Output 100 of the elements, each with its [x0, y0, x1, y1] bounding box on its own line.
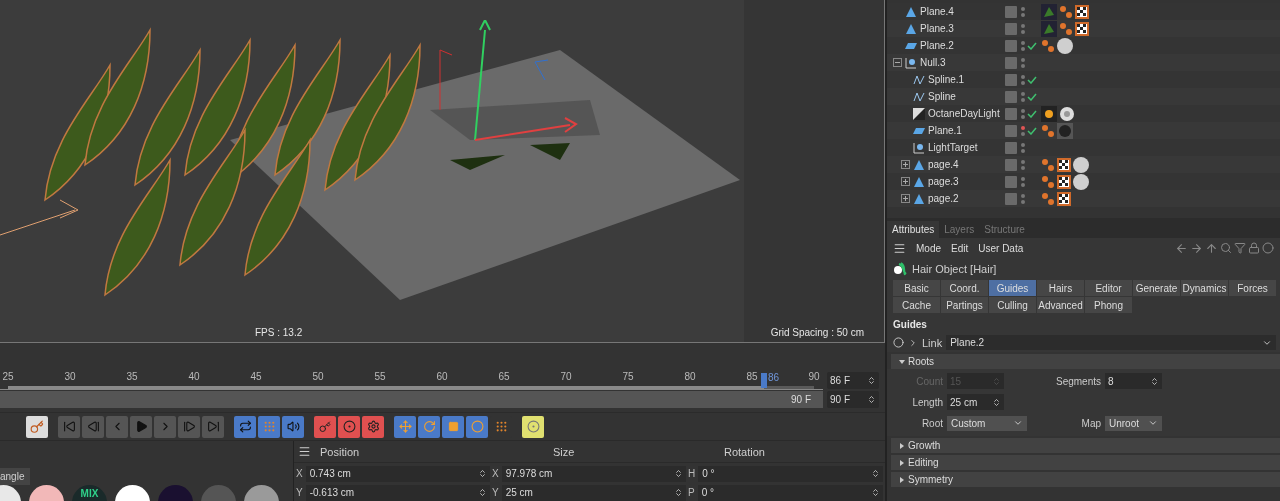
lock-icon[interactable] — [1248, 241, 1260, 254]
spinner-arrows-icon[interactable] — [992, 397, 1001, 407]
spinner-arrows-icon[interactable] — [867, 395, 876, 405]
expand-icon[interactable] — [908, 337, 918, 348]
spinner-arrows-icon[interactable] — [1150, 376, 1159, 386]
parameter-tab[interactable]: Advanced — [1037, 297, 1084, 313]
panel-tab[interactable]: Attributes — [887, 221, 940, 238]
spinner-arrows-icon[interactable] — [871, 488, 880, 497]
expand-toggle[interactable] — [901, 160, 910, 169]
layer-toggle[interactable] — [1005, 158, 1017, 171]
search-icon[interactable] — [1220, 241, 1232, 254]
object-name[interactable]: Plane.4 — [920, 6, 954, 17]
go-to-start-button[interactable] — [58, 415, 80, 438]
phong-tag-icon[interactable] — [1041, 191, 1055, 206]
phong-tag-icon[interactable] — [1041, 174, 1055, 189]
number-field[interactable]: 25 cm — [947, 394, 1004, 410]
group-header[interactable]: Editing — [891, 455, 1280, 470]
material-sphere-icon[interactable] — [1057, 37, 1073, 54]
expand-toggle[interactable] — [901, 177, 910, 186]
expand-toggle[interactable] — [893, 58, 902, 67]
scale-key-button[interactable] — [442, 415, 464, 438]
menu-item[interactable]: Mode — [916, 242, 941, 254]
link-field[interactable]: Plane.2 — [946, 335, 1276, 350]
parameter-tab[interactable]: Generate — [1133, 280, 1180, 296]
layer-toggle[interactable] — [1005, 90, 1017, 103]
checker-texture-icon[interactable] — [1075, 21, 1089, 36]
group-header[interactable]: Symmetry — [891, 472, 1280, 487]
visibility-dots[interactable] — [1021, 91, 1027, 102]
menu-icon[interactable] — [893, 241, 906, 255]
parameter-tab[interactable]: Guides — [989, 280, 1036, 296]
parameter-tab[interactable]: Partings — [941, 297, 988, 313]
layer-toggle[interactable] — [1005, 124, 1017, 137]
object-name[interactable]: Spline — [928, 91, 956, 102]
menu-icon[interactable] — [298, 445, 311, 458]
sun-icon[interactable] — [1041, 105, 1057, 122]
dropdown[interactable]: Unroot — [1105, 415, 1162, 431]
parameter-tab[interactable]: Dynamics — [1181, 280, 1228, 296]
up-icon[interactable] — [1205, 241, 1218, 255]
checker-texture-icon[interactable] — [1057, 191, 1071, 206]
visibility-dots[interactable] — [1021, 159, 1027, 170]
play-button[interactable] — [130, 415, 152, 438]
group-header[interactable]: Growth — [891, 438, 1280, 453]
visibility-dots[interactable] — [1021, 40, 1027, 51]
number-field[interactable]: 8 — [1105, 373, 1162, 389]
layer-toggle[interactable] — [1005, 56, 1017, 69]
visibility-dots[interactable] — [1021, 176, 1027, 187]
layer-toggle[interactable] — [1005, 107, 1017, 120]
parameter-tab[interactable]: Editor — [1085, 280, 1132, 296]
visibility-dots[interactable] — [1021, 57, 1027, 68]
viewport[interactable]: FPS : 13.2 Grid Spacing : 50 cm — [0, 0, 885, 343]
timeline-ruler[interactable]: 25 30 35 40 45 50 55 60 65 70 75 80 85 86 90 — [0, 371, 823, 391]
visibility-dots[interactable] — [1021, 193, 1027, 204]
object-name[interactable]: OctaneDayLight — [928, 108, 1000, 119]
coordinate-field[interactable]: 0 ° — [698, 465, 883, 482]
checker-texture-icon[interactable] — [1057, 157, 1071, 172]
layer-toggle[interactable] — [1005, 141, 1017, 154]
next-key-button[interactable] — [178, 415, 200, 438]
object-name[interactable]: Plane.2 — [920, 40, 954, 51]
leaf-texture-icon[interactable] — [1041, 3, 1057, 20]
spinner-arrows-icon[interactable] — [478, 488, 487, 497]
spinner-arrows-icon[interactable] — [674, 469, 683, 478]
parameter-tab[interactable]: Hairs — [1037, 280, 1084, 296]
motion-clips-button[interactable] — [522, 415, 544, 438]
visibility-dots[interactable] — [1021, 125, 1027, 136]
back-icon[interactable] — [1175, 241, 1188, 255]
sound-button[interactable] — [282, 415, 304, 438]
dropdown[interactable]: Custom — [947, 415, 1027, 431]
visibility-dots[interactable] — [1021, 108, 1027, 119]
spinner-arrows-icon[interactable] — [867, 376, 876, 386]
circle-icon[interactable] — [1262, 241, 1274, 254]
object-name[interactable]: Plane.1 — [928, 125, 962, 136]
layer-toggle[interactable] — [1005, 73, 1017, 86]
parameter-tab[interactable]: Cache — [893, 297, 940, 313]
coordinate-field[interactable]: 97.978 cm — [501, 465, 686, 482]
phong-tag-icon[interactable] — [1059, 4, 1073, 19]
parameter-tab[interactable]: Coord. — [941, 280, 988, 296]
parameter-tab[interactable]: Culling — [989, 297, 1036, 313]
visibility-dots[interactable] — [1021, 142, 1027, 153]
previous-key-button[interactable] — [82, 415, 104, 438]
object-name[interactable]: page.4 — [928, 159, 959, 170]
phong-tag-icon[interactable] — [1059, 21, 1073, 36]
autokey-button[interactable] — [338, 415, 360, 438]
material-tab[interactable]: angle — [0, 468, 30, 485]
fps-button[interactable] — [258, 415, 280, 438]
previous-frame-button[interactable] — [106, 415, 128, 438]
expand-toggle[interactable] — [901, 194, 910, 203]
playhead[interactable] — [761, 373, 767, 389]
visibility-dots[interactable] — [1021, 23, 1027, 34]
current-frame-field[interactable]: 86 F — [827, 372, 879, 390]
phong-tag-icon[interactable] — [1041, 157, 1055, 172]
keyframe-button[interactable] — [26, 415, 48, 438]
spinner-arrows-icon[interactable] — [871, 469, 880, 478]
visibility-dots[interactable] — [1021, 6, 1027, 17]
sky-material-icon[interactable] — [1059, 105, 1075, 122]
caret-icon[interactable] — [1013, 418, 1023, 428]
material-sphere-icon[interactable] — [1073, 156, 1089, 173]
material-ball[interactable]: MIX — [72, 485, 107, 501]
parameter-tab[interactable]: Phong — [1085, 297, 1132, 313]
layer-toggle[interactable] — [1005, 5, 1017, 18]
checker-texture-icon[interactable] — [1057, 174, 1071, 189]
